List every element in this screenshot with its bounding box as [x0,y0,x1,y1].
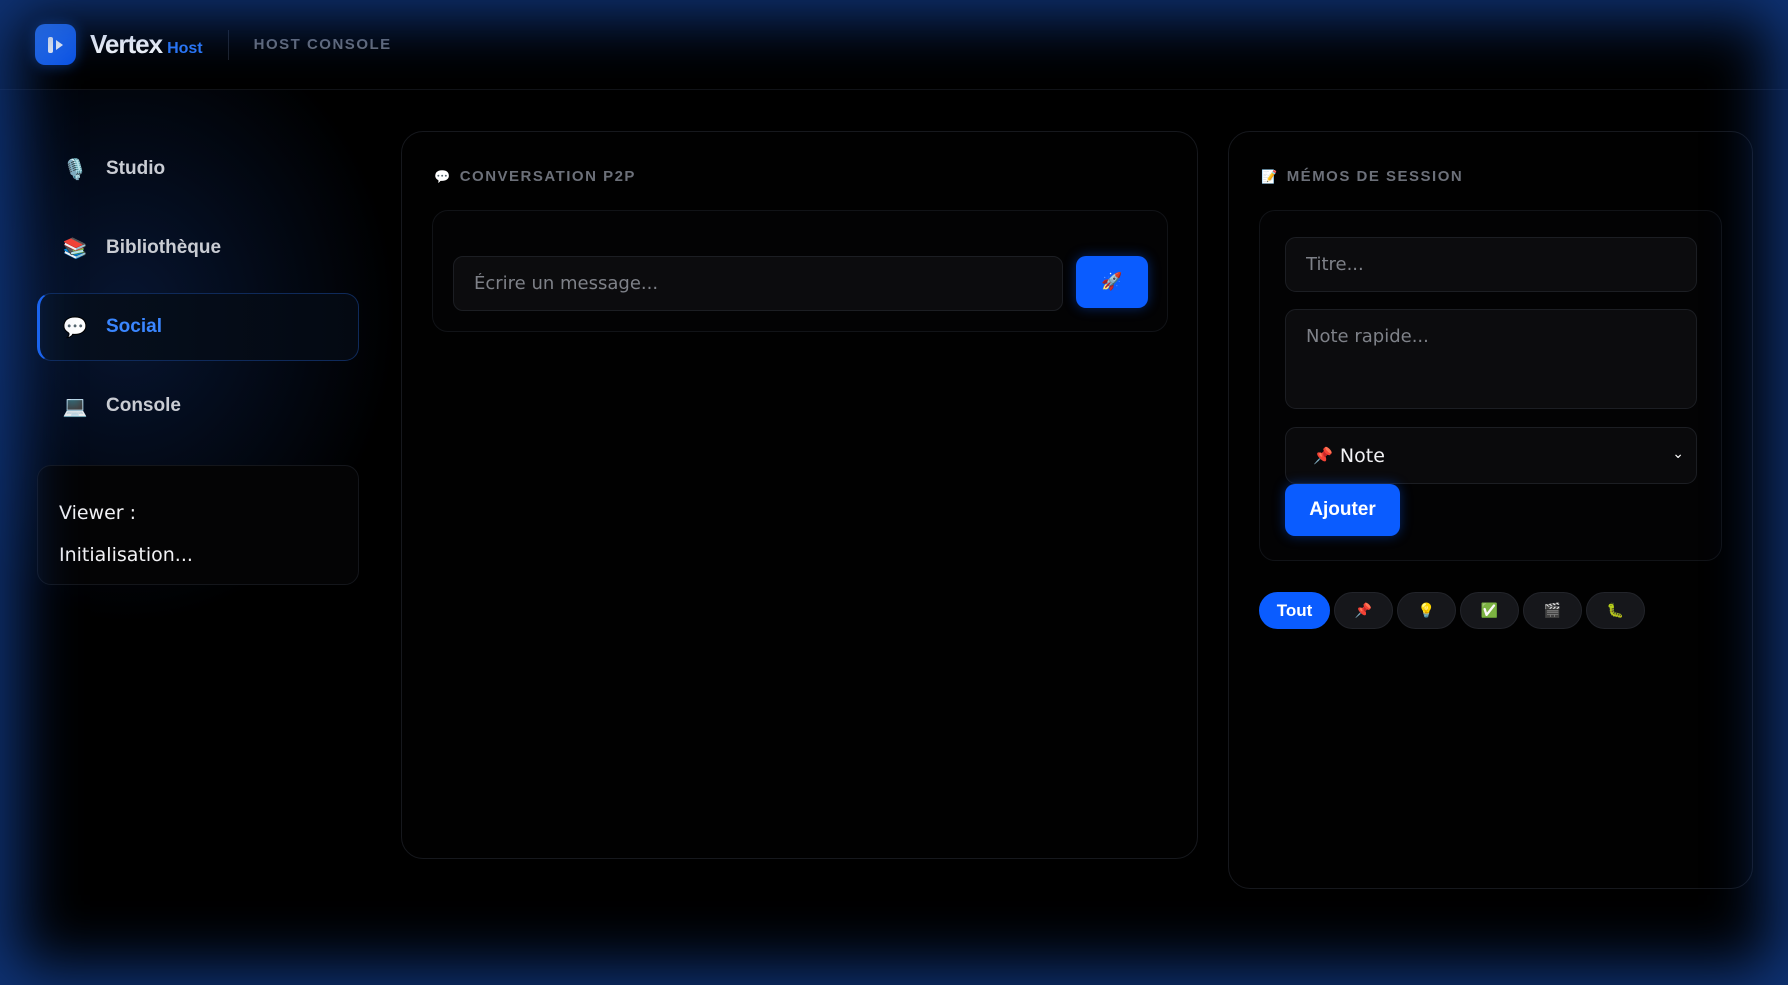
add-memo-button[interactable]: Ajouter [1285,484,1400,536]
message-input[interactable] [453,256,1063,311]
memo-title-text: MÉMOS DE SESSION [1286,168,1464,185]
sidebar: 🎙️ Studio 📚 Bibliothèque 💬 Social 💻 Cons… [37,135,359,585]
chevron-down-icon: ⌄ [1672,446,1684,462]
pin-icon: 📌 [1313,446,1333,465]
microphone-icon: 🎙️ [62,158,88,181]
memo-icon: 📝 [1261,168,1279,184]
memo-filter-chips: Tout 📌 💡 ✅ 🎬 🐛 [1259,592,1645,629]
top-bar: Vertex Host HOST CONSOLE [0,0,1788,90]
chat-panel-title: 💬 CONVERSATION P2P [434,168,636,185]
memo-title-input[interactable] [1285,237,1697,292]
logo-icon [35,24,76,65]
filter-pin-icon[interactable]: 📌 [1334,592,1393,629]
memo-type-value: Note [1339,444,1385,467]
sidebar-item-console[interactable]: 💻 Console [37,372,359,440]
sidebar-item-label: Social [106,316,162,337]
viewer-status: Initialisation... [59,544,193,566]
memo-type-select[interactable]: 📌 Note ⌄ [1285,427,1697,484]
sidebar-item-label: Studio [106,158,166,179]
laptop-icon: 💻 [62,395,88,418]
sidebar-item-social[interactable]: 💬 Social [37,293,359,361]
sidebar-item-studio[interactable]: 🎙️ Studio [37,135,359,203]
rocket-icon: 🚀 [1101,272,1123,291]
filter-lightbulb-icon[interactable]: 💡 [1397,592,1456,629]
speech-bubble-icon: 💬 [434,168,452,184]
viewer-label: Viewer : [59,502,137,524]
send-button[interactable]: 🚀 [1076,256,1148,308]
filter-checkmark-icon[interactable]: ✅ [1460,592,1519,629]
filter-all[interactable]: Tout [1259,592,1330,629]
memo-panel-title: 📝 MÉMOS DE SESSION [1261,168,1463,185]
brand-sub: Host [167,40,203,57]
books-icon: 📚 [62,237,88,260]
sidebar-item-bibliotheque[interactable]: 📚 Bibliothèque [37,214,359,282]
chat-title-text: CONVERSATION P2P [459,168,636,185]
page-title: HOST CONSOLE [253,36,392,53]
memo-note-textarea[interactable] [1285,309,1697,409]
header-divider [227,29,229,60]
memo-form: 📌 Note ⌄ Ajouter [1259,210,1722,561]
sidebar-item-label: Bibliothèque [106,237,222,258]
memo-panel: 📝 MÉMOS DE SESSION 📌 Note ⌄ Ajouter Tout… [1228,131,1753,889]
filter-bug-icon[interactable]: 🐛 [1586,592,1645,629]
chat-panel: 💬 CONVERSATION P2P 🚀 [401,131,1198,859]
brand-name: Vertex [90,29,163,59]
brand: Vertex Host [90,29,203,60]
filter-clapper-icon[interactable]: 🎬 [1523,592,1582,629]
sidebar-item-label: Console [106,395,181,416]
chat-composer: 🚀 [432,210,1168,332]
speech-bubble-icon: 💬 [62,316,88,339]
viewer-status-card: Viewer : Initialisation... [37,465,359,585]
